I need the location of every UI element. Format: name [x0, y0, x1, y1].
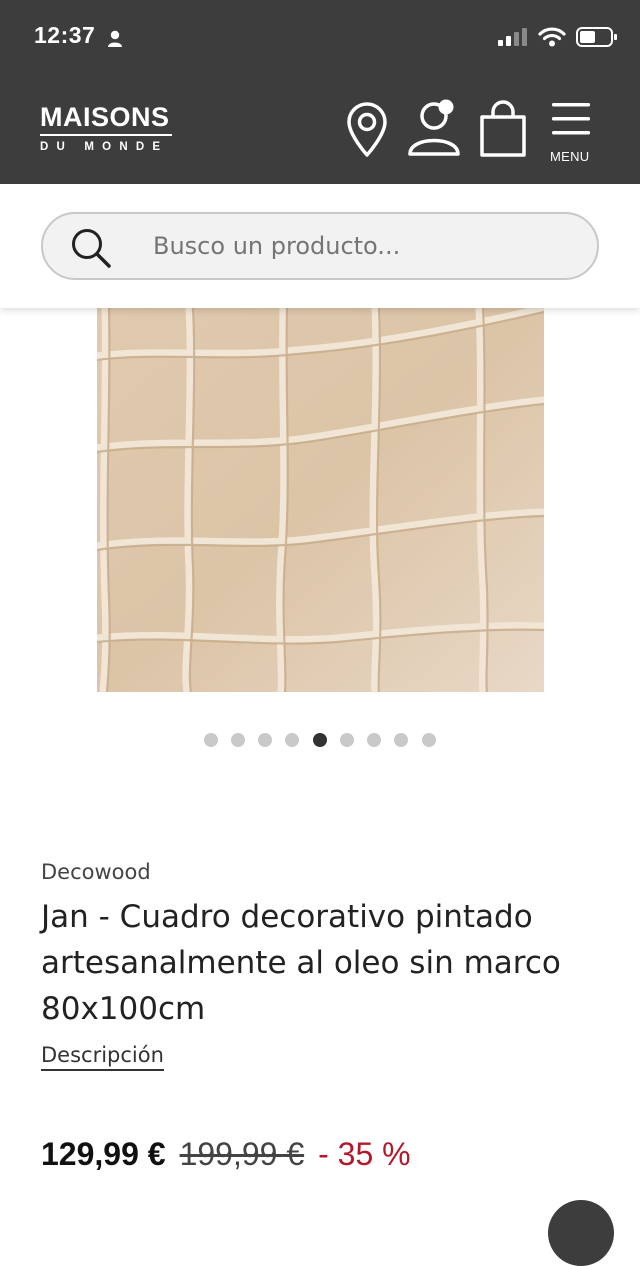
search-icon[interactable]	[69, 226, 113, 274]
logo-divider	[40, 134, 172, 136]
product-title: Jan - Cuadro decorativo pintado artesana…	[41, 899, 561, 1027]
gallery-dot-6[interactable]	[340, 733, 354, 747]
search-box[interactable]	[41, 212, 599, 280]
battery-icon	[576, 26, 618, 52]
current-price: 129,99 €	[41, 1136, 166, 1172]
gallery-dot-9[interactable]	[422, 733, 436, 747]
signal-icon	[498, 27, 528, 51]
gallery-dot-5[interactable]	[313, 733, 327, 747]
location-pin-icon	[345, 102, 389, 162]
gallery-dot-7[interactable]	[367, 733, 381, 747]
original-price: 199,99 €	[179, 1136, 305, 1172]
wifi-icon	[538, 27, 566, 51]
status-bar: 12:37	[0, 0, 640, 80]
discount-badge: - 35 %	[318, 1136, 411, 1172]
search-bar	[0, 184, 640, 308]
site-header: MAISONS DU MONDE	[0, 80, 640, 184]
user-account-icon	[406, 99, 464, 162]
status-time: 12:37	[34, 22, 96, 48]
store-locator-button[interactable]	[345, 102, 389, 162]
description-link[interactable]: Descripción	[41, 1043, 164, 1071]
shopping-bag-icon	[478, 100, 528, 162]
account-button[interactable]	[406, 96, 464, 162]
product-brand[interactable]: Decowood	[41, 860, 151, 884]
gallery-dot-3[interactable]	[258, 733, 272, 747]
price-block: 129,99 € 199,99 € - 35 %	[41, 1136, 411, 1173]
maisons-du-monde-logo[interactable]: MAISONS DU MONDE	[40, 102, 172, 153]
product-image[interactable]	[97, 308, 544, 692]
gallery-dot-1[interactable]	[204, 733, 218, 747]
gallery-dot-2[interactable]	[231, 733, 245, 747]
person-icon	[107, 30, 123, 52]
search-input[interactable]	[153, 214, 573, 278]
floating-action-button[interactable]	[548, 1200, 614, 1266]
hamburger-menu-icon	[548, 103, 594, 144]
painting-canvas	[97, 308, 544, 692]
gallery-dot-8[interactable]	[394, 733, 408, 747]
menu-label[interactable]: MENU	[550, 149, 589, 164]
cart-button[interactable]	[478, 100, 528, 162]
logo-bottom-text: DU MONDE	[40, 141, 169, 153]
logo-top-text: MAISONS	[40, 102, 170, 132]
gallery-dot-4[interactable]	[285, 733, 299, 747]
